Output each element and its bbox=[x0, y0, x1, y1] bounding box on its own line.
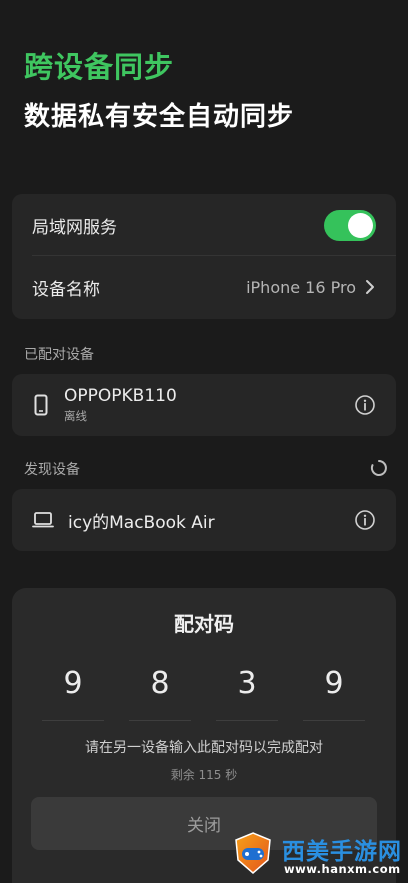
paired-device-status: 离线 bbox=[64, 409, 87, 423]
paired-section-label: 已配对设备 bbox=[24, 347, 94, 363]
paired-device-name: OPPOPKB110 bbox=[64, 386, 177, 406]
paired-device-row[interactable]: OPPOPKB110 离线 bbox=[12, 374, 396, 436]
info-icon[interactable] bbox=[354, 509, 376, 531]
pairing-timer: 剩余 115 秒 bbox=[170, 768, 238, 782]
digit-underline bbox=[216, 720, 278, 721]
paired-device-text: OPPOPKB110 离线 bbox=[64, 386, 354, 424]
discovered-device-text: icy的MacBook Air bbox=[68, 508, 354, 533]
digit-underline bbox=[303, 720, 365, 721]
discovered-device-name: icy的MacBook Air bbox=[68, 512, 215, 533]
device-name-label: 设备名称 bbox=[32, 279, 100, 300]
pairing-digit-3: 3 bbox=[237, 666, 257, 701]
watermark-site-name: 西美手游网 bbox=[282, 839, 402, 865]
sheet-title: 配对码 bbox=[174, 612, 234, 636]
watermark-url: www.hanxm.com bbox=[284, 862, 401, 876]
pairing-digit-1: 9 bbox=[63, 666, 83, 701]
lan-service-toggle[interactable] bbox=[324, 209, 376, 241]
site-watermark: 西美手游网 www.hanxm.com bbox=[226, 828, 402, 880]
phone-icon bbox=[32, 393, 50, 417]
pairing-digit-4: 9 bbox=[324, 666, 344, 701]
info-icon[interactable] bbox=[354, 394, 376, 416]
page-subtitle: 数据私有安全自动同步 bbox=[24, 102, 295, 132]
lan-service-label: 局域网服务 bbox=[32, 217, 117, 238]
pairing-instructions: 请在另一设备输入此配对码以完成配对 bbox=[85, 740, 323, 756]
loading-spinner-icon bbox=[370, 460, 387, 476]
page-title: 跨设备同步 bbox=[24, 50, 175, 84]
device-name-row[interactable]: 设备名称 iPhone 16 Pro bbox=[12, 256, 396, 318]
discovered-section-label: 发现设备 bbox=[24, 462, 80, 478]
laptop-icon bbox=[32, 508, 54, 532]
device-name-value: iPhone 16 Pro bbox=[246, 277, 356, 297]
pairing-digit-2: 8 bbox=[150, 666, 170, 701]
gamepad-logo-icon bbox=[235, 832, 271, 874]
digit-underline bbox=[42, 720, 104, 721]
toggle-knob bbox=[348, 212, 373, 238]
digit-underline bbox=[129, 720, 191, 721]
chevron-right-icon bbox=[366, 280, 374, 294]
discovered-device-row[interactable]: icy的MacBook Air bbox=[12, 489, 396, 551]
settings-card: 局域网服务 设备名称 iPhone 16 Pro bbox=[12, 194, 396, 319]
lan-service-row: 局域网服务 bbox=[12, 194, 396, 256]
